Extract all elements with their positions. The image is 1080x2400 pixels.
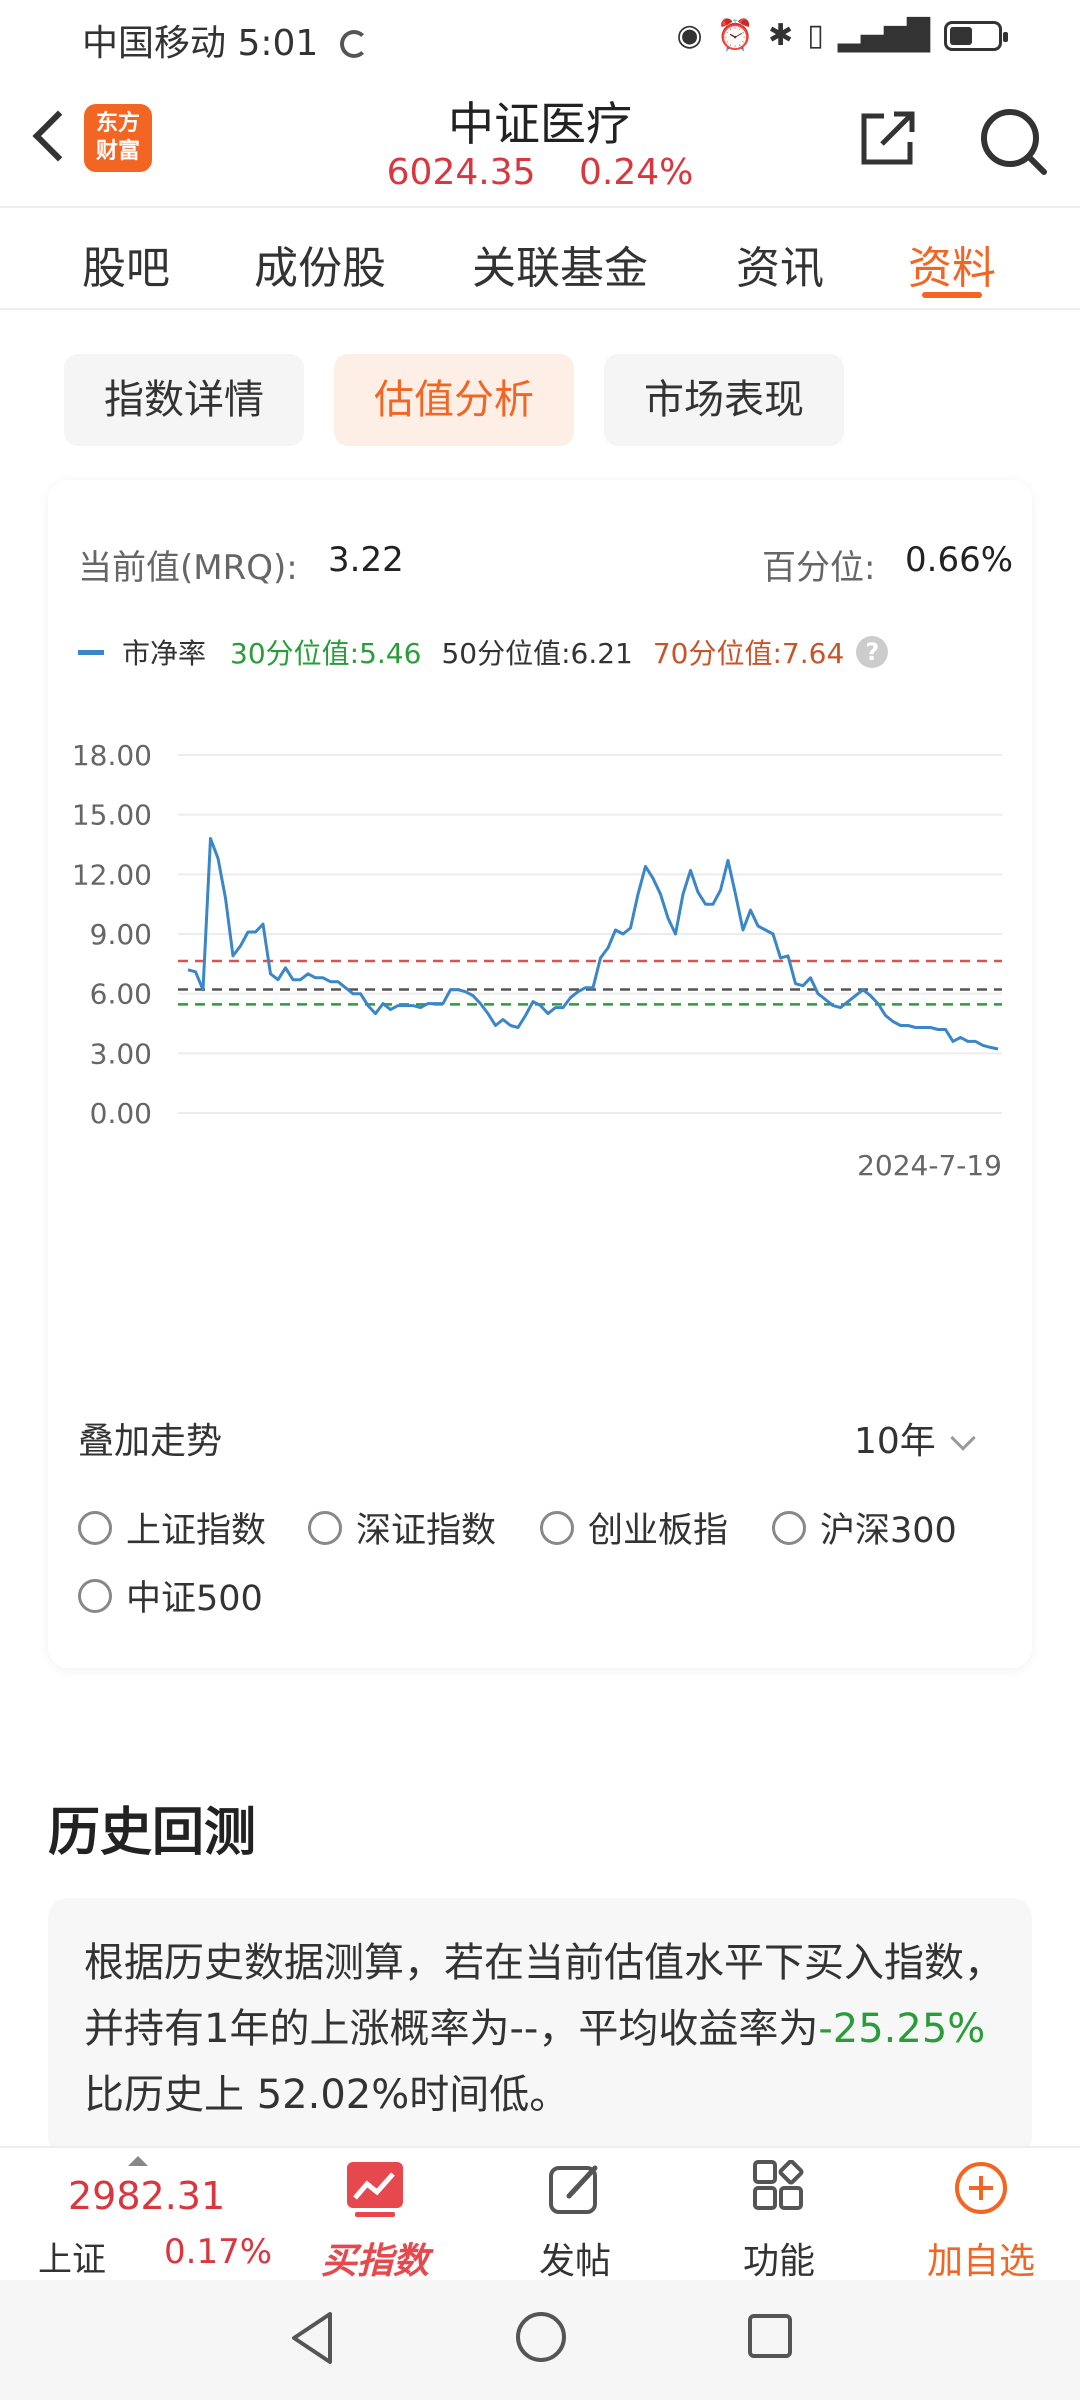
help-icon[interactable]: ? (856, 636, 889, 668)
current-value: 3.22 (328, 540, 404, 580)
radio-icon (540, 1510, 574, 1545)
main-tabs: 股吧 成份股 关联基金 资讯 资料 (0, 208, 1080, 308)
avg-return: -25.25% (818, 2006, 986, 2052)
page-title: 中证医疗 (448, 97, 632, 151)
y-tick-label: 3.00 (90, 1037, 152, 1070)
overlay-option-label: 上证指数 (126, 1511, 267, 1551)
pb-chart: 18.00 15.00 12.00 9.00 6.00 3.00 0.00 2024-7-19 (72, 739, 1002, 1182)
bottom-bar: 2982.31 上证 0.17% 买指数 发帖 功能 加自选 (0, 2146, 1080, 2282)
y-tick-label: 9.00 (90, 918, 152, 951)
chevron-down-icon (950, 1425, 976, 1451)
subtab-valuation[interactable]: 估值分析 (334, 354, 574, 446)
clock: 5:01 (237, 23, 319, 64)
status-bar: 中国移动 5:01 ◉ ⏰ ✱ ▯ ▂▄▆█ (0, 0, 1080, 72)
post-label: 发帖 (538, 2241, 611, 2282)
nav-home-icon[interactable] (516, 2312, 566, 2362)
sync-icon (339, 30, 368, 58)
y-tick-label: 15.00 (72, 799, 152, 832)
plus-circle-icon (955, 2162, 1007, 2214)
buy-index-button[interactable]: 买指数 (300, 2148, 450, 2282)
history-text-part2: 比历史上 52.02%时间低。 (84, 2072, 570, 2118)
carrier-name: 中国移动 (82, 23, 227, 64)
y-tick-label: 6.00 (90, 978, 152, 1011)
series-line (187, 837, 999, 1051)
percentile-label: 百分位: (762, 548, 876, 588)
eye-icon: ◉ (676, 18, 703, 53)
battery-icon (944, 20, 1008, 51)
index-price: 6024.35 (386, 152, 536, 193)
sub-tabs: 指数详情 估值分析 市场表现 (0, 354, 1080, 446)
edit-icon (549, 2165, 598, 2214)
overlay-option-label: 中证500 (126, 1579, 263, 1619)
add-watchlist-button[interactable]: 加自选 (916, 2148, 1046, 2282)
nav-back-icon[interactable] (288, 2310, 338, 2366)
legend-p50: 50分位值:6.21 (441, 637, 633, 670)
radio-icon (78, 1578, 112, 1613)
post-button[interactable]: 发帖 (510, 2148, 640, 2282)
search-icon[interactable] (978, 106, 1048, 176)
overlay-option[interactable]: 中证500 (78, 1570, 263, 1621)
tab-related-funds[interactable]: 关联基金 (472, 232, 648, 296)
divider (0, 308, 1080, 310)
x-end-label: 2024-7-19 (857, 1149, 1002, 1182)
overlay-option-label: 沪深300 (820, 1511, 957, 1551)
vibrate-icon: ▯ (807, 18, 824, 53)
expand-caret-icon[interactable] (128, 2156, 148, 2166)
radio-icon (772, 1510, 806, 1545)
tab-guba[interactable]: 股吧 (82, 232, 170, 296)
tab-constituents[interactable]: 成份股 (254, 232, 386, 296)
trend-chart-icon (347, 2162, 403, 2217)
history-text: 根据历史数据测算，若在当前估值水平下买入指数，并持有1年的上涨概率为--，平均收… (84, 1930, 1004, 2128)
sh-index-value[interactable]: 2982.31 (68, 2174, 225, 2218)
alarm-icon: ⏰ (716, 18, 755, 53)
legend-p70: 70分位值:7.64 (652, 637, 845, 670)
section-title: 历史回测 (48, 1803, 257, 1863)
radio-icon (78, 1510, 112, 1545)
overlay-option[interactable]: 深证指数 (308, 1502, 496, 1553)
chart-legend: 市净率 30分位值:5.46 50分位值:6.21 70分位值:7.64 ? (78, 632, 889, 672)
subtab-market-performance[interactable]: 市场表现 (604, 354, 844, 446)
sh-index-name: 上证 (38, 2240, 106, 2280)
legend-swatch (78, 649, 104, 655)
share-icon[interactable] (858, 110, 918, 168)
y-tick-label: 18.00 (72, 739, 152, 772)
legend-series: 市净率 (122, 637, 207, 670)
overlay-label: 叠加走势 (78, 1421, 223, 1462)
buy-index-label: 买指数 (320, 2241, 429, 2282)
signal-icon: ▂▄▆█ (837, 18, 930, 53)
bluetooth-icon: ✱ (768, 18, 794, 53)
current-value-label: 当前值(MRQ): (78, 548, 298, 588)
header: 东方 财富 中证医疗 6024.35 0.24% (0, 72, 1080, 206)
subtab-index-details[interactable]: 指数详情 (64, 354, 304, 446)
period-selector[interactable]: 10年 (854, 1412, 976, 1464)
period-value: 10年 (854, 1421, 936, 1462)
system-nav-bar (0, 2280, 1080, 2400)
overlay-option[interactable]: 创业板指 (540, 1502, 728, 1553)
active-tab-indicator (922, 292, 982, 298)
status-left: 中国移动 5:01 (82, 14, 368, 66)
add-watchlist-label: 加自选 (926, 2241, 1035, 2282)
status-icons: ◉ ⏰ ✱ ▯ ▂▄▆█ (676, 18, 1008, 53)
overlay-option-label: 深证指数 (356, 1511, 497, 1551)
grid-icon (753, 2160, 804, 2210)
index-quote: 6024.35 0.24% (0, 152, 1080, 193)
legend-p30: 30分位值:5.46 (230, 637, 422, 670)
overlay-option[interactable]: 上证指数 (78, 1502, 266, 1553)
overlay-option[interactable]: 沪深300 (772, 1502, 957, 1553)
functions-label: 功能 (742, 2241, 815, 2282)
y-tick-label: 12.00 (72, 858, 152, 891)
percentile-value: 0.66% (905, 540, 1014, 580)
radio-icon (308, 1510, 342, 1545)
overlay-option-label: 创业板指 (588, 1511, 729, 1551)
sh-index-change: 0.17% (164, 2232, 273, 2272)
y-tick-label: 0.00 (90, 1097, 152, 1130)
functions-button[interactable]: 功能 (714, 2148, 844, 2282)
nav-recents-icon[interactable] (748, 2314, 792, 2358)
tab-profile[interactable]: 资料 (908, 232, 996, 296)
index-change: 0.24% (578, 152, 694, 193)
tab-news[interactable]: 资讯 (736, 232, 824, 296)
